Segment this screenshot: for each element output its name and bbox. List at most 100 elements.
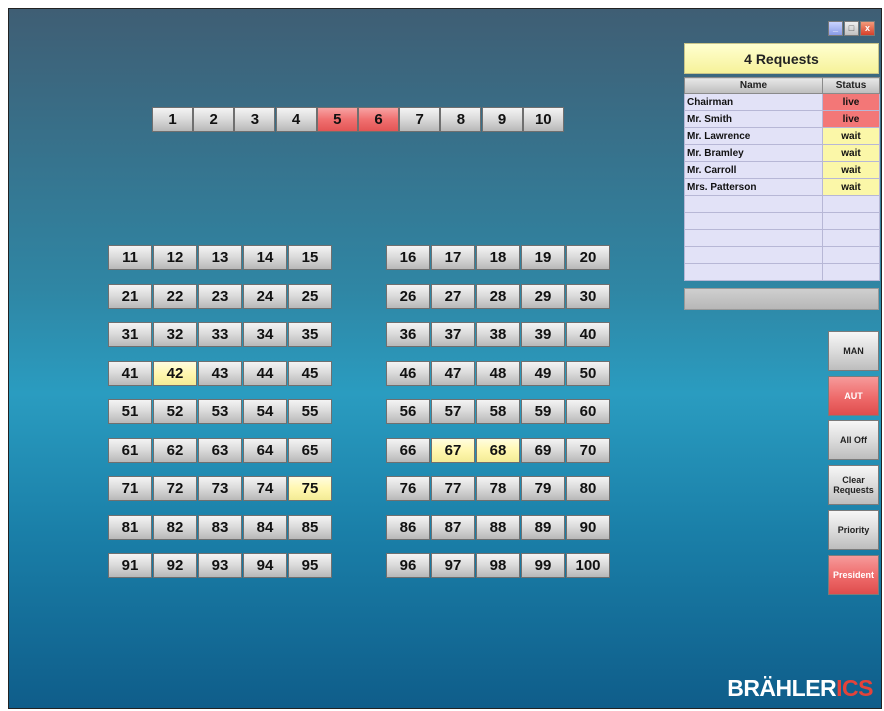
seat-button-72[interactable]: 72 bbox=[153, 476, 197, 501]
seat-button-3[interactable]: 3 bbox=[234, 107, 276, 132]
seat-button-78[interactable]: 78 bbox=[476, 476, 520, 501]
seat-button-33[interactable]: 33 bbox=[198, 322, 242, 347]
seat-button-38[interactable]: 38 bbox=[476, 322, 520, 347]
seat-button-67[interactable]: 67 bbox=[431, 437, 475, 463]
request-row[interactable]: Mr. Bramley wait bbox=[684, 144, 880, 162]
seat-button-36[interactable]: 36 bbox=[386, 322, 430, 347]
seat-button-87[interactable]: 87 bbox=[431, 514, 475, 540]
seat-button-61[interactable]: 61 bbox=[108, 437, 152, 463]
seat-button-88[interactable]: 88 bbox=[476, 514, 520, 540]
seat-button-96[interactable]: 96 bbox=[386, 553, 430, 578]
seat-button-48[interactable]: 48 bbox=[476, 360, 520, 386]
seat-button-19[interactable]: 19 bbox=[521, 245, 565, 270]
maximize-icon[interactable]: □ bbox=[844, 21, 859, 36]
seat-button-43[interactable]: 43 bbox=[198, 360, 242, 386]
seat-button-30[interactable]: 30 bbox=[566, 283, 610, 309]
seat-button-65[interactable]: 65 bbox=[288, 437, 332, 463]
seat-button-52[interactable]: 52 bbox=[153, 399, 197, 424]
seat-button-50[interactable]: 50 bbox=[566, 360, 610, 386]
seat-button-69[interactable]: 69 bbox=[521, 437, 565, 463]
aut-button[interactable]: AUT bbox=[828, 375, 879, 416]
seat-button-99[interactable]: 99 bbox=[521, 553, 565, 578]
seat-button-11[interactable]: 11 bbox=[108, 245, 152, 270]
seat-button-6[interactable]: 6 bbox=[358, 107, 399, 132]
seat-button-91[interactable]: 91 bbox=[108, 553, 152, 578]
seat-button-62[interactable]: 62 bbox=[153, 437, 197, 463]
seat-button-55[interactable]: 55 bbox=[288, 399, 332, 424]
request-row[interactable]: Mrs. Patterson wait bbox=[684, 178, 880, 196]
seat-button-9[interactable]: 9 bbox=[481, 107, 523, 132]
clear-requests-button[interactable]: Clear Requests bbox=[828, 465, 879, 506]
seat-button-77[interactable]: 77 bbox=[431, 476, 475, 501]
seat-button-1[interactable]: 1 bbox=[152, 107, 193, 132]
seat-button-8[interactable]: 8 bbox=[440, 107, 482, 132]
seat-button-16[interactable]: 16 bbox=[386, 245, 430, 270]
seat-button-34[interactable]: 34 bbox=[243, 322, 287, 347]
seat-button-31[interactable]: 31 bbox=[108, 322, 152, 347]
seat-button-98[interactable]: 98 bbox=[476, 553, 520, 578]
request-row[interactable] bbox=[684, 246, 880, 264]
seat-button-56[interactable]: 56 bbox=[386, 399, 430, 424]
seat-button-27[interactable]: 27 bbox=[431, 283, 475, 309]
seat-button-53[interactable]: 53 bbox=[198, 399, 242, 424]
seat-button-92[interactable]: 92 bbox=[153, 553, 197, 578]
seat-button-82[interactable]: 82 bbox=[153, 514, 197, 540]
seat-button-40[interactable]: 40 bbox=[566, 322, 610, 347]
seat-button-35[interactable]: 35 bbox=[288, 322, 332, 347]
request-row[interactable]: Mr. Smith live bbox=[684, 110, 880, 128]
seat-button-23[interactable]: 23 bbox=[198, 283, 242, 309]
seat-button-24[interactable]: 24 bbox=[243, 283, 287, 309]
seat-button-51[interactable]: 51 bbox=[108, 399, 152, 424]
seat-button-57[interactable]: 57 bbox=[431, 399, 475, 424]
minimize-icon[interactable]: _ bbox=[828, 21, 843, 36]
seat-button-13[interactable]: 13 bbox=[198, 245, 242, 270]
request-row[interactable]: Mr. Lawrence wait bbox=[684, 127, 880, 145]
seat-button-20[interactable]: 20 bbox=[566, 245, 610, 270]
seat-button-21[interactable]: 21 bbox=[108, 283, 152, 309]
seat-button-79[interactable]: 79 bbox=[521, 476, 565, 501]
seat-button-83[interactable]: 83 bbox=[198, 514, 242, 540]
president-button[interactable]: President bbox=[828, 554, 879, 595]
seat-button-94[interactable]: 94 bbox=[243, 553, 287, 578]
seat-button-44[interactable]: 44 bbox=[243, 360, 287, 386]
seat-button-73[interactable]: 73 bbox=[198, 476, 242, 501]
request-row[interactable]: Chairman live bbox=[684, 93, 880, 111]
seat-button-64[interactable]: 64 bbox=[243, 437, 287, 463]
seat-button-41[interactable]: 41 bbox=[108, 360, 152, 386]
request-row[interactable] bbox=[684, 229, 880, 247]
seat-button-15[interactable]: 15 bbox=[288, 245, 332, 270]
seat-button-49[interactable]: 49 bbox=[521, 360, 565, 386]
seat-button-80[interactable]: 80 bbox=[566, 476, 610, 501]
seat-button-25[interactable]: 25 bbox=[288, 283, 332, 309]
seat-button-85[interactable]: 85 bbox=[288, 514, 332, 540]
request-row[interactable]: Mr. Carroll wait bbox=[684, 161, 880, 179]
seat-button-29[interactable]: 29 bbox=[521, 283, 565, 309]
seat-button-75[interactable]: 75 bbox=[288, 476, 332, 501]
seat-button-32[interactable]: 32 bbox=[153, 322, 197, 347]
seat-button-4[interactable]: 4 bbox=[275, 107, 317, 132]
seat-button-22[interactable]: 22 bbox=[153, 283, 197, 309]
seat-button-18[interactable]: 18 bbox=[476, 245, 520, 270]
seat-button-81[interactable]: 81 bbox=[108, 514, 152, 540]
seat-button-86[interactable]: 86 bbox=[386, 514, 430, 540]
seat-button-14[interactable]: 14 bbox=[243, 245, 287, 270]
seat-button-7[interactable]: 7 bbox=[399, 107, 441, 132]
seat-button-17[interactable]: 17 bbox=[431, 245, 475, 270]
seat-button-90[interactable]: 90 bbox=[566, 514, 610, 540]
seat-button-71[interactable]: 71 bbox=[108, 476, 152, 501]
request-row[interactable] bbox=[684, 212, 880, 230]
seat-button-74[interactable]: 74 bbox=[243, 476, 287, 501]
seat-button-70[interactable]: 70 bbox=[566, 437, 610, 463]
seat-button-97[interactable]: 97 bbox=[431, 553, 475, 578]
seat-button-66[interactable]: 66 bbox=[386, 437, 430, 463]
seat-button-42[interactable]: 42 bbox=[153, 360, 197, 386]
priority-button[interactable]: Priority bbox=[828, 509, 879, 550]
seat-button-39[interactable]: 39 bbox=[521, 322, 565, 347]
seat-button-76[interactable]: 76 bbox=[386, 476, 430, 501]
seat-button-45[interactable]: 45 bbox=[288, 360, 332, 386]
seat-button-12[interactable]: 12 bbox=[153, 245, 197, 270]
seat-button-100[interactable]: 100 bbox=[566, 553, 610, 578]
seat-button-54[interactable]: 54 bbox=[243, 399, 287, 424]
seat-button-46[interactable]: 46 bbox=[386, 360, 430, 386]
seat-button-2[interactable]: 2 bbox=[193, 107, 235, 132]
